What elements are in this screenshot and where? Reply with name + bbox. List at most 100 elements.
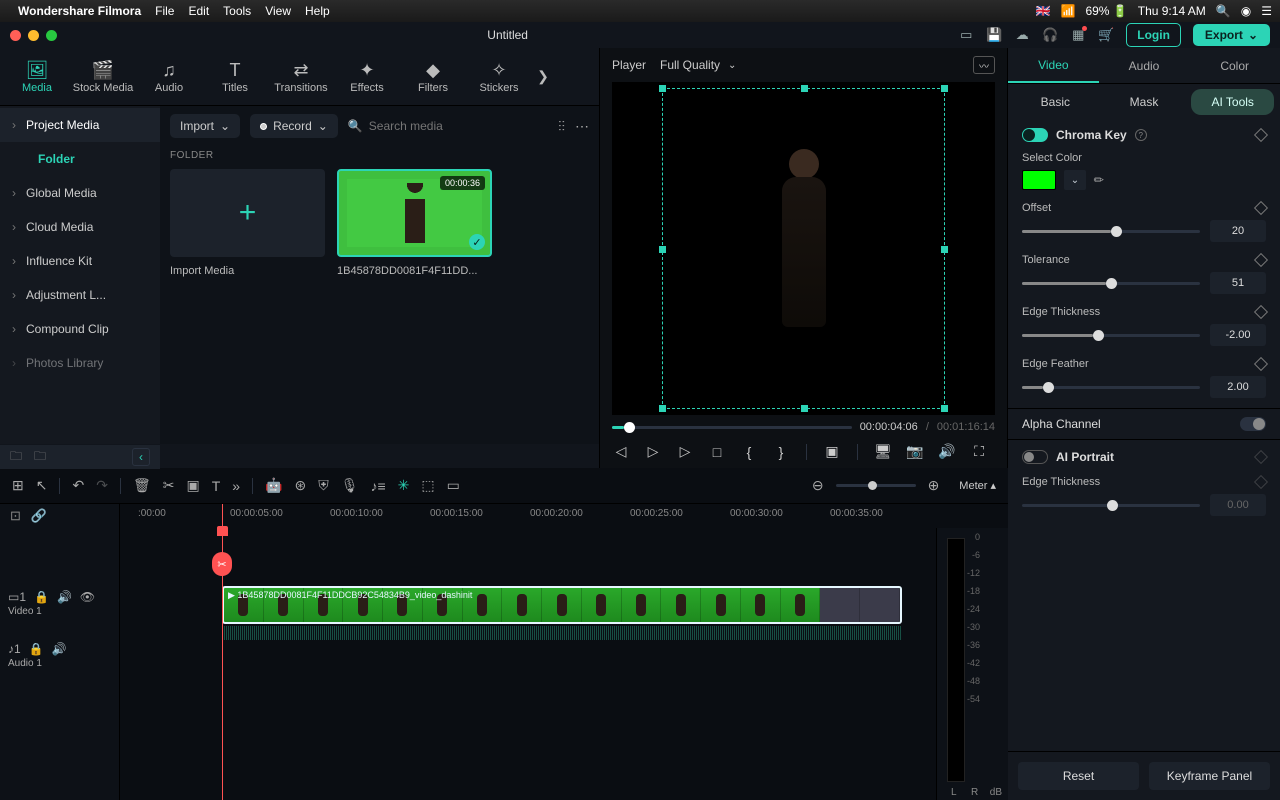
playhead[interactable]: ✂ [222,504,223,800]
bug-icon[interactable]: ✳ [398,477,410,494]
audio-track-head[interactable]: ♪1🔒🔊 Audio 1 [0,638,119,690]
save-icon[interactable]: 💾 [986,27,1002,43]
offset-value[interactable]: 20 [1210,220,1266,242]
crop-tool[interactable]: ▣ [186,477,199,494]
play-button[interactable]: ▷ [644,443,662,460]
edge-thickness-slider[interactable] [1022,334,1200,337]
cart-icon[interactable]: 🛒 [1098,27,1114,43]
sidebar-adjustment-layer[interactable]: Adjustment L... [0,278,160,312]
sidebar-cloud-media[interactable]: Cloud Media [0,210,160,244]
media-clip-card[interactable]: 00:00:36 ✓ 1B45878DD0081F4F11DD... [337,169,492,277]
tab-media[interactable]: 🖼Media [4,60,70,94]
eye-icon[interactable]: 👁 [80,590,95,604]
subtab-basic[interactable]: Basic [1014,89,1097,115]
filter-icon[interactable]: ⫶⫶ [558,118,565,135]
search-icon[interactable]: 🔍 [1216,4,1231,18]
chroma-color-swatch[interactable] [1022,170,1056,190]
battery-status[interactable]: 69% 🔋 [1085,4,1127,18]
close-window[interactable] [10,30,21,41]
sidebar-folder[interactable]: Folder [0,142,160,176]
scrub-slider[interactable] [612,426,852,429]
display-icon[interactable]: ▭ [958,27,974,43]
sidebar-global-media[interactable]: Global Media [0,176,160,210]
tolerance-value[interactable]: 51 [1210,272,1266,294]
minimize-window[interactable] [28,30,39,41]
display-ratio-button[interactable]: 🖥 [874,443,892,460]
volume-button[interactable]: 🔊 [938,443,956,460]
help-icon[interactable]: ? [1135,129,1147,141]
apps-icon[interactable]: ▦ [1070,27,1086,43]
tabs-more[interactable]: ❯ [532,68,554,85]
lock-icon[interactable]: 🔒 [34,590,49,604]
video-track-head[interactable]: ▭1🔒🔊👁 Video 1 [0,586,119,638]
wifi-icon[interactable]: 📶 [1061,4,1076,18]
scope-icon[interactable]: 〰 [973,56,995,74]
apps-icon[interactable]: ⊞ [12,477,24,494]
sidebar-influence-kit[interactable]: Influence Kit [0,244,160,278]
sidebar-compound-clip[interactable]: Compound Clip [0,312,160,346]
menu-help[interactable]: Help [305,4,330,18]
eyedropper-icon[interactable]: ✎ [1091,171,1108,188]
props-tab-video[interactable]: Video [1008,48,1099,83]
ai-portrait-toggle[interactable] [1022,450,1048,464]
export-button[interactable]: Export⌄ [1193,24,1270,46]
redo-button[interactable]: ↷ [96,477,108,494]
tab-audio[interactable]: ♫Audio [136,60,202,94]
snapshot-button[interactable]: 📷 [906,443,924,460]
props-tab-audio[interactable]: Audio [1099,48,1190,83]
next-frame-button[interactable]: ▷ [676,443,694,460]
crop-button[interactable]: ▣ [823,443,841,460]
flag-icon[interactable]: 🇬🇧 [1036,4,1051,18]
keyframe-diamond[interactable] [1254,305,1268,319]
mark-in-button[interactable]: { [740,444,758,460]
tab-effects[interactable]: ✦Effects [334,60,400,94]
search-input[interactable] [369,119,548,133]
subtab-mask[interactable]: Mask [1103,89,1186,115]
text-tool[interactable]: T [212,478,221,494]
prev-frame-button[interactable]: ◁ [612,443,630,460]
keyframe-diamond[interactable] [1254,253,1268,267]
video-clip[interactable]: ▶ 1B45878DD0081F4F11DDCB92C54834B9_video… [222,586,902,624]
fullscreen-button[interactable]: ⛶ [970,443,988,460]
clock[interactable]: Thu 9:14 AM [1138,4,1206,18]
lock-icon[interactable]: 🔒 [29,642,44,656]
collapse-sidebar[interactable]: ‹ [132,448,150,466]
ai-icon[interactable]: 🤖 [265,477,282,494]
tab-titles[interactable]: TTitles [202,60,268,94]
import-dropdown[interactable]: Import⌄ [170,114,240,138]
keyframe-diamond[interactable] [1254,128,1268,142]
scissors-marker[interactable]: ✂ [212,552,232,576]
undo-button[interactable]: ↶ [72,477,84,494]
tab-filters[interactable]: ◆Filters [400,60,466,94]
tab-stock-media[interactable]: 🎬Stock Media [70,60,136,94]
zoom-in-button[interactable]: ⊕ [928,477,940,494]
edge-feather-value[interactable]: 2.00 [1210,376,1266,398]
cloud-icon[interactable]: ☁ [1014,27,1030,43]
control-center-icon[interactable]: ☰ [1261,4,1272,18]
split-button[interactable]: ✂ [163,477,175,494]
sidebar-photos-library[interactable]: Photos Library [0,346,160,380]
mic-icon[interactable]: 🎙 [341,477,359,494]
offset-slider[interactable] [1022,230,1200,233]
keyframe-diamond[interactable] [1254,450,1268,464]
color-dropdown[interactable]: ⌄ [1064,170,1086,190]
more-icon[interactable]: ⋯ [575,118,589,135]
stop-button[interactable]: □ [708,444,726,460]
zoom-out-button[interactable]: ⊖ [812,477,824,494]
tab-stickers[interactable]: ✧Stickers [466,60,532,94]
mark-out-button[interactable]: } [772,444,790,460]
headphones-icon[interactable]: 🎧 [1042,27,1058,43]
keyframe-panel-button[interactable]: Keyframe Panel [1149,762,1270,790]
menu-view[interactable]: View [265,4,291,18]
player-viewport[interactable] [612,82,995,415]
chroma-toggle[interactable] [1022,128,1048,142]
more-tools[interactable]: » [232,478,240,494]
link-icon[interactable]: 🔗 [31,508,47,524]
tolerance-slider[interactable] [1022,282,1200,285]
subtab-ai-tools[interactable]: AI Tools [1191,89,1274,115]
meter-toggle[interactable]: Meter ▴ [959,479,996,492]
music-icon[interactable]: ♪≡ [371,478,386,494]
tab-transitions[interactable]: ⇄Transitions [268,60,334,94]
delete-button[interactable]: 🗑 [133,477,151,494]
new-folder-icon[interactable]: 🗀 [10,447,22,468]
